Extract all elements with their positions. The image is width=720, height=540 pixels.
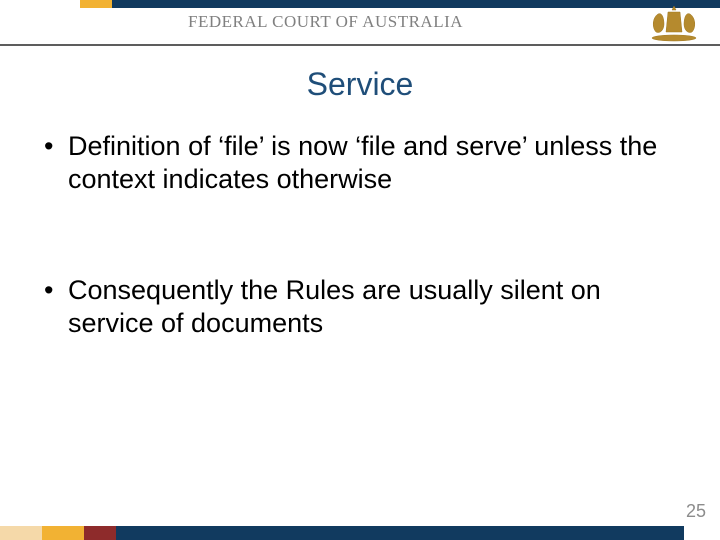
slide-body: Definition of ‘file’ is now ‘file and se… [40,130,680,418]
stripe-segment [42,526,84,540]
header-underline [0,44,720,46]
stripe-segment [0,0,80,8]
page-number: 25 [686,501,706,522]
header-bar: FEDERAL COURT OF AUSTRALIA [0,0,720,44]
top-accent-stripe [0,0,720,8]
slide-title: Service [0,66,720,103]
coat-of-arms-icon [642,2,706,46]
stripe-segment [112,0,720,8]
bullet-list: Definition of ‘file’ is now ‘file and se… [40,130,680,340]
org-name: FEDERAL COURT OF AUSTRALIA [188,12,463,32]
stripe-segment [84,526,116,540]
bullet-item: Consequently the Rules are usually silen… [40,274,680,340]
slide: FEDERAL COURT OF AUSTRALIA Service Defin… [0,0,720,540]
bullet-item: Definition of ‘file’ is now ‘file and se… [40,130,680,196]
stripe-segment [684,526,720,540]
stripe-segment [0,526,42,540]
stripe-segment [116,526,684,540]
stripe-segment [80,0,112,8]
bottom-accent-stripe [0,526,720,540]
